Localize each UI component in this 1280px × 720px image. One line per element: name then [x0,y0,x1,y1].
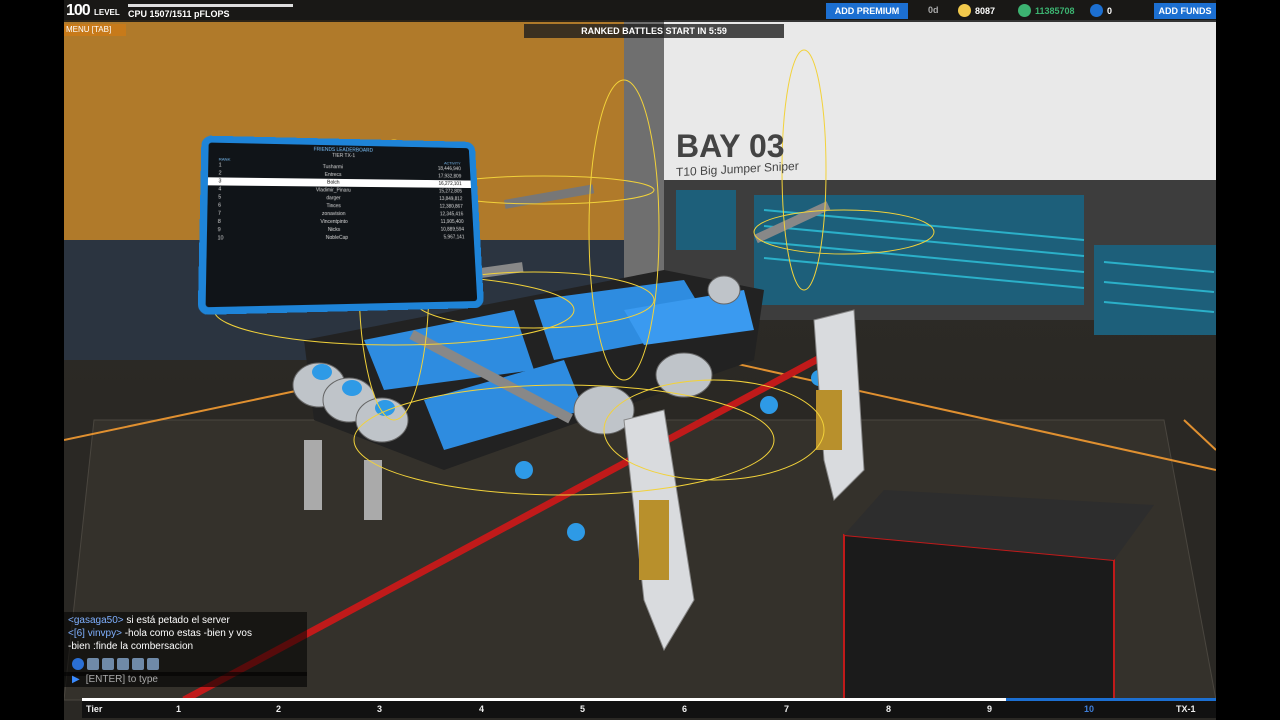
leaderboard-row: 10 NobleCap 5,967,141 [217,234,465,242]
cc-icon [1090,4,1103,17]
robit-icon [1018,4,1031,17]
player-level: 100 [66,2,91,19]
tier-tick-7: 7 [784,704,790,714]
premium-days: 0d [928,5,939,15]
tier-tick-8: 8 [886,704,892,714]
tier-progress-remaining [1006,698,1216,701]
friend-icon[interactable] [117,658,129,670]
tier-tick-1: 1 [176,704,182,714]
add-premium-button[interactable]: ADD PREMIUM [826,3,908,19]
group-icon[interactable] [147,658,159,670]
tier-tick-2: 2 [276,704,282,714]
cc-value: 0 [1107,5,1113,16]
cpu-progress-bar [128,4,293,7]
tier-tick-6: 6 [682,704,688,714]
chat-input[interactable]: ▶ [ENTER] to type [64,672,307,687]
tier-label: Tier [86,704,103,714]
add-funds-button[interactable]: ADD FUNDS [1154,3,1216,19]
level-label: LEVEL [94,8,120,17]
tier-tick-3: 3 [377,704,383,714]
robits-counter: 8087 [958,4,995,17]
menu-tab-button[interactable]: MENU [TAB] [64,24,126,36]
col-score: ACTIVITY [443,160,461,166]
cosmetic-credits-counter: 0 [1090,4,1112,17]
star-icon [958,4,971,17]
col-rank: RANK [218,156,231,162]
tier-end-label: TX-1 [1176,704,1196,714]
friends-leaderboard-screen: FRIENDS LEADERBOARD TIER TX-1 RANK ACTIV… [197,135,485,315]
tier-tick-9: 9 [987,704,993,714]
robits-2-value: 11385708 [1035,5,1075,16]
chat-placeholder: [ENTER] to type [85,674,158,685]
currency-counter: 11385708 [1018,4,1075,17]
tier-progress-fill [82,698,1007,701]
chat-channel-icons [72,658,159,670]
globe-icon[interactable] [72,658,84,670]
tier-tick-4: 4 [479,704,485,714]
tier-progress-bar [82,700,1216,718]
tier-tick-5: 5 [580,704,586,714]
leaderboard-row: 8 Vincentpinto 11,905,400 [217,218,464,226]
ranked-countdown: RANKED BATTLES START IN 5:59 [524,24,784,38]
tier-tick-10: 10 [1084,704,1095,714]
game-viewport[interactable]: FRIENDS LEADERBOARD TIER TX-1 RANK ACTIV… [64,0,1216,720]
chat-line: <[6] vinvpy> -hola como estas -bien y vo… [68,628,252,639]
whisper-icon[interactable] [132,658,144,670]
play-icon: ▶ [72,674,80,685]
robits-1-value: 8087 [975,5,996,16]
chat-line: <gasaga50> si está petado el server [68,615,230,626]
clan-icon[interactable] [87,658,99,670]
cpu-readout: CPU 1507/1511 pFLOPS [128,9,230,19]
party-icon[interactable] [102,658,114,670]
chat-line: -bien :finde la combersacion [68,641,194,652]
